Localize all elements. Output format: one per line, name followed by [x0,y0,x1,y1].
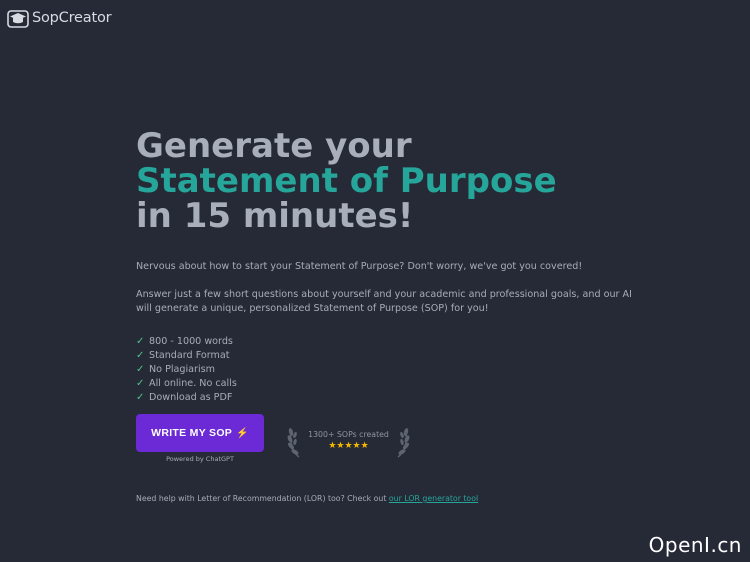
lightning-icon: ⚡ [236,427,249,439]
feature-item: ✓ All online. No calls [136,378,237,389]
lor-generator-link[interactable]: our LOR generator tool [389,494,478,503]
lor-help-text: Need help with Letter of Recommendation … [136,494,387,503]
watermark: OpenI.cn [648,533,742,557]
lor-help-note: Need help with Letter of Recommendation … [136,494,478,503]
feature-item: ✓ 800 - 1000 words [136,336,233,347]
feature-item: ✓ Standard Format [136,350,230,361]
graduation-cap-box-icon[interactable] [7,8,29,28]
brand-name[interactable]: SopCreator [32,10,112,26]
feature-item: ✓ Download as PDF [136,392,233,403]
hero-line-2: Statement of Purpose [136,161,557,201]
five-stars-icon: ★★★★★ [328,441,369,451]
write-my-sop-button[interactable]: WRITE MY SOP ⚡ [136,414,264,452]
check-icon: ✓ [136,350,145,361]
laurel-right-icon [394,424,410,458]
powered-by-text: Powered by ChatGPT [166,455,234,463]
hero-heading: Generate your Statement of Purpose in 15… [136,129,557,234]
feature-list: ✓ 800 - 1000 words ✓ Standard Format ✓ No P… [136,335,237,405]
intro-paragraph-1: Nervous about how to start your Statemen… [136,261,583,272]
badge-text: 1300+ SOPs created [308,430,389,439]
hero-line-3: in 15 minutes! [136,196,414,236]
sops-created-badge: 1300+ SOPs created ★★★★★ [287,424,410,458]
header: SopCreator [7,8,112,28]
feature-item: ✓ No Plagiarism [136,364,216,375]
check-icon: ✓ [136,378,145,389]
check-icon: ✓ [136,336,145,347]
cta-label: WRITE MY SOP [151,427,233,439]
intro-paragraph-2: Answer just a few short questions about … [136,289,632,314]
check-icon: ✓ [136,364,145,375]
hero-line-1: Generate your [136,126,412,166]
check-icon: ✓ [136,392,145,403]
